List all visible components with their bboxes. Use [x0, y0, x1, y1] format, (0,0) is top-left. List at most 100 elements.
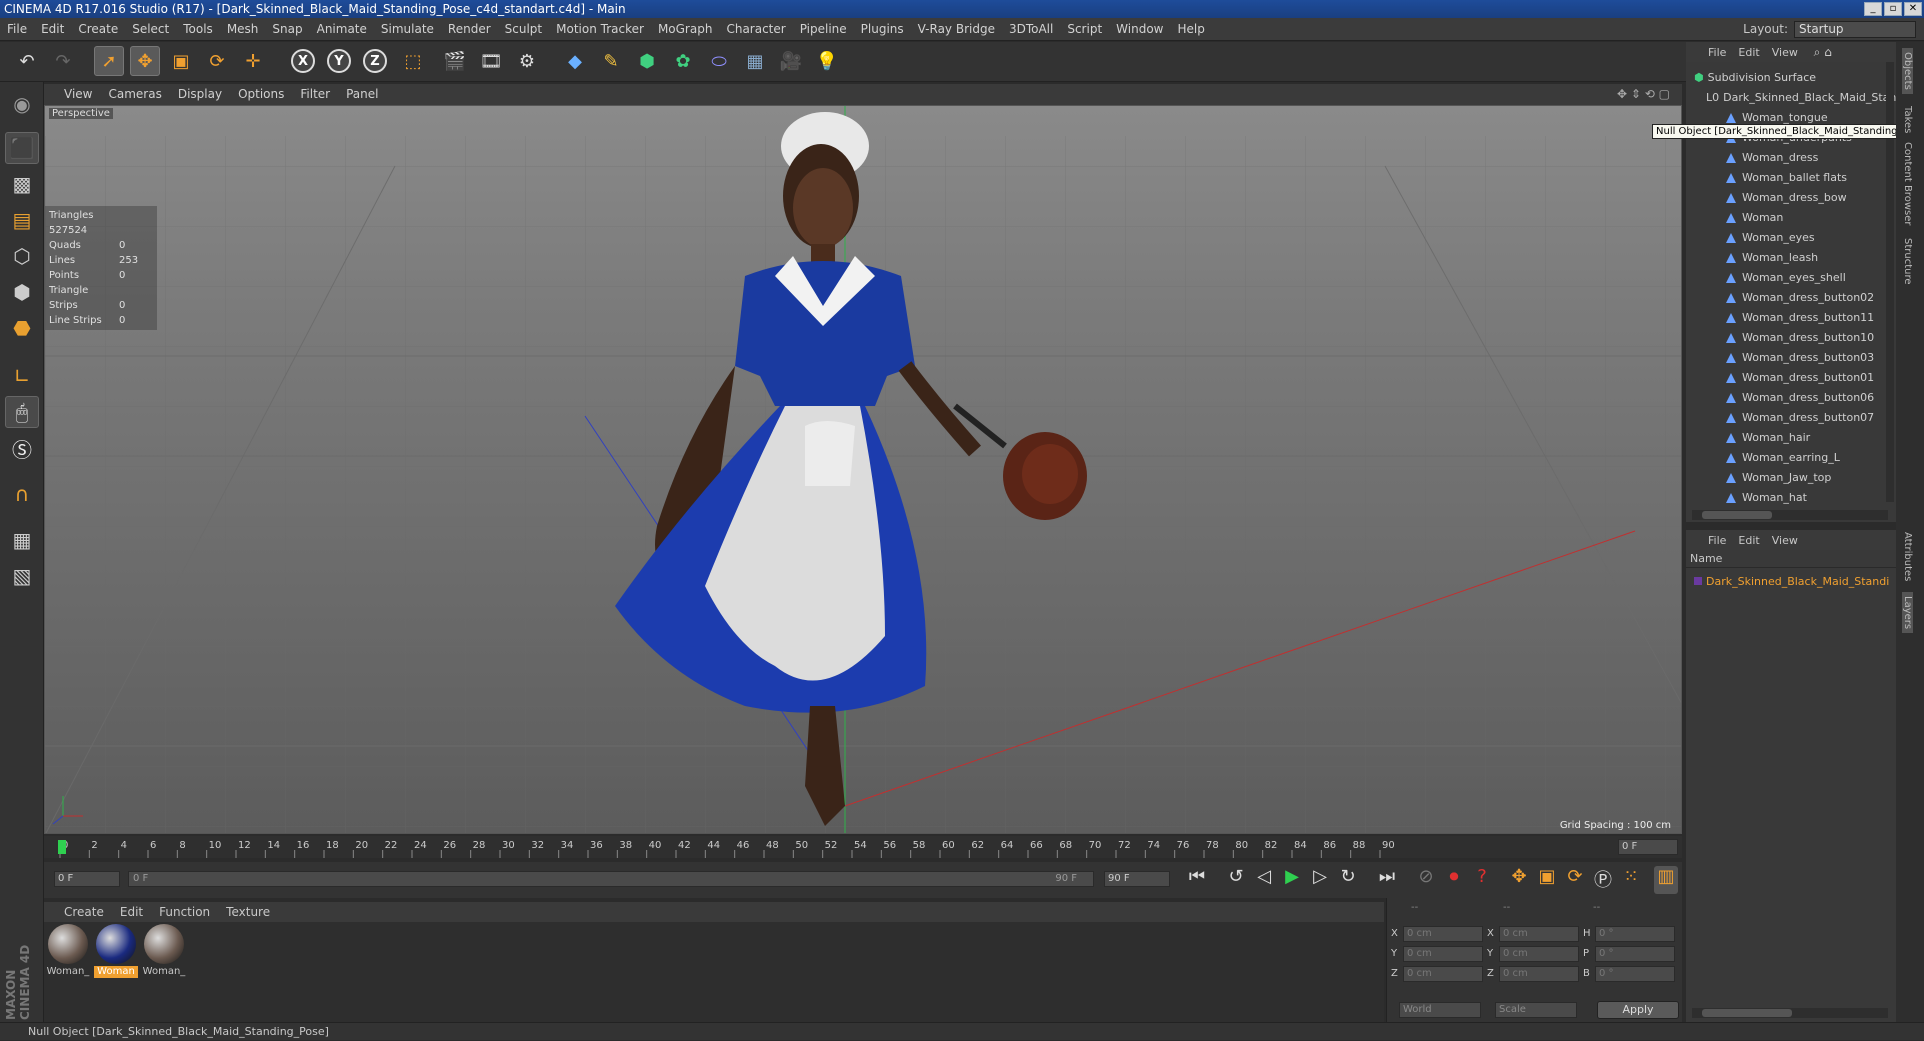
layer-menu-file[interactable]: File [1708, 534, 1726, 547]
tab-structure[interactable]: Structure [1902, 238, 1913, 285]
size-x-field[interactable]: 0 cm [1499, 926, 1579, 942]
object-row[interactable]: Woman_dress_button06 [1726, 388, 1882, 408]
menu-help[interactable]: Help [1170, 18, 1211, 40]
size-y-field[interactable]: 0 cm [1499, 946, 1579, 962]
coordinate-system-icon[interactable]: ⬚ [398, 46, 428, 76]
mat-menu-texture[interactable]: Texture [218, 902, 278, 922]
pen-spline-icon[interactable]: ✎ [596, 46, 626, 76]
menu-tools[interactable]: Tools [176, 18, 220, 40]
z-axis-icon[interactable]: Z [360, 46, 390, 76]
key-scale-icon[interactable]: ▣ [1534, 866, 1560, 894]
material-item[interactable]: Woman_ [142, 922, 186, 982]
array-icon[interactable]: ✿ [668, 46, 698, 76]
object-row[interactable]: Woman_eyes_shell [1726, 268, 1882, 288]
rot-b-field[interactable]: 0 ° [1595, 966, 1675, 982]
end-frame-field[interactable]: 90 F [1104, 871, 1170, 887]
maximize-button[interactable]: ▫ [1884, 2, 1902, 16]
nurbs-icon[interactable]: ⬢ [632, 46, 662, 76]
viewport-camera-label[interactable]: Perspective [49, 108, 113, 119]
rot-h-field[interactable]: 0 ° [1595, 926, 1675, 942]
coord-size-dropdown[interactable]: Scale [1495, 1002, 1577, 1018]
menu-sculpt[interactable]: Sculpt [498, 18, 549, 40]
key-pla-icon[interactable]: ⁙ [1618, 866, 1644, 894]
snap-icon[interactable]: ∩ [5, 478, 39, 510]
texture-mode-icon[interactable]: ▩ [5, 168, 39, 200]
object-row[interactable]: Woman_dress_button07 [1726, 408, 1882, 428]
menu-character[interactable]: Character [719, 18, 792, 40]
menu-snap[interactable]: Snap [265, 18, 309, 40]
scale-icon[interactable]: ▣ [166, 46, 196, 76]
obj-menu-file[interactable]: File [1708, 46, 1726, 59]
pos-x-field[interactable]: 0 cm [1403, 926, 1483, 942]
material-item[interactable]: Woman [94, 922, 138, 982]
object-row[interactable]: Woman_hat [1726, 488, 1882, 508]
viewport-nav-icons[interactable]: ✥ ⇕ ⟲ ▢ [1609, 84, 1678, 105]
record-off-icon[interactable]: ⊘ [1412, 866, 1440, 894]
pos-y-field[interactable]: 0 cm [1403, 946, 1483, 962]
object-row[interactable]: Woman [1726, 208, 1882, 228]
menu-create[interactable]: Create [71, 18, 125, 40]
object-row[interactable]: Woman_ballet flats [1726, 168, 1882, 188]
vp-menu-options[interactable]: Options [230, 84, 292, 105]
polygons-mode-icon[interactable]: ⬣ [5, 312, 39, 344]
move-icon[interactable]: ✥ [130, 46, 160, 76]
points-mode-icon[interactable]: ⬡ [5, 240, 39, 272]
menu-window[interactable]: Window [1109, 18, 1170, 40]
vp-menu-view[interactable]: View [44, 84, 100, 105]
key-position-icon[interactable]: ✥ [1506, 866, 1532, 894]
obj-menu-edit[interactable]: Edit [1738, 46, 1759, 59]
object-hscrollbar[interactable] [1692, 510, 1888, 520]
tweak-mode-icon[interactable]: 🖱 [5, 396, 39, 428]
menu-mograph[interactable]: MoGraph [651, 18, 720, 40]
menu-animate[interactable]: Animate [310, 18, 374, 40]
play-icon[interactable]: ▶ [1278, 866, 1306, 894]
coord-mode-dropdown[interactable]: World [1399, 1002, 1481, 1018]
vp-menu-filter[interactable]: Filter [292, 84, 338, 105]
menu-pipeline[interactable]: Pipeline [793, 18, 854, 40]
render-picture-viewer-icon[interactable]: 🎞 [476, 46, 506, 76]
camera-icon[interactable]: 🎥 [776, 46, 806, 76]
playhead-marker[interactable] [58, 840, 66, 854]
edges-mode-icon[interactable]: ⬢ [5, 276, 39, 308]
menu-file[interactable]: File [0, 18, 34, 40]
menu-vray-bridge[interactable]: V-Ray Bridge [911, 18, 1002, 40]
material-item[interactable]: Woman_ [46, 922, 90, 982]
menu-mesh[interactable]: Mesh [220, 18, 266, 40]
mat-menu-edit[interactable]: Edit [112, 902, 151, 922]
object-row[interactable]: Woman_dress_bow [1726, 188, 1882, 208]
menu-plugins[interactable]: Plugins [854, 18, 911, 40]
object-null[interactable]: L0Dark_Skinned_Black_Maid_Standing_Pose [1706, 88, 1902, 108]
object-row[interactable]: Woman_dress_button01 [1726, 368, 1882, 388]
vp-menu-panel[interactable]: Panel [338, 84, 386, 105]
tab-content-browser[interactable]: Content Browser [1902, 142, 1913, 225]
rotate-icon[interactable]: ⟳ [202, 46, 232, 76]
object-row[interactable]: Woman_Jaw_top [1726, 468, 1882, 488]
minimize-button[interactable]: _ [1864, 2, 1882, 16]
start-frame-field[interactable]: 0 F [54, 871, 120, 887]
close-button[interactable]: ✕ [1904, 2, 1922, 16]
object-row[interactable]: Woman_dress_button11 [1726, 308, 1882, 328]
pos-z-field[interactable]: 0 cm [1403, 966, 1483, 982]
tab-objects[interactable]: Objects [1902, 48, 1913, 94]
tab-takes[interactable]: Takes [1902, 106, 1913, 133]
object-row[interactable]: Woman_earring_L [1726, 448, 1882, 468]
record-icon[interactable]: ⏺ [1440, 866, 1468, 894]
locked-workplane-icon[interactable]: ▧ [5, 560, 39, 592]
render-view-icon[interactable]: 🎬 [440, 46, 470, 76]
workplane-lock-icon[interactable]: ▦ [5, 524, 39, 556]
prev-key-icon[interactable]: ↺ [1222, 866, 1250, 894]
menu-motion-tracker[interactable]: Motion Tracker [549, 18, 651, 40]
goto-start-icon[interactable]: ⏮ [1182, 866, 1212, 894]
obj-search-icon[interactable]: ⌕ ⌂ [1814, 45, 1832, 59]
rot-p-field[interactable]: 0 ° [1595, 946, 1675, 962]
select-arrow-icon[interactable]: ➚ [94, 46, 124, 76]
undo-icon[interactable]: ↶ [12, 46, 42, 76]
key-param-icon[interactable]: Ⓟ [1590, 866, 1616, 894]
workplane-icon[interactable]: ▤ [5, 204, 39, 236]
tab-attributes[interactable]: Attributes [1902, 532, 1913, 581]
apply-button[interactable]: Apply [1597, 1001, 1679, 1019]
layout-dropdown[interactable]: Startup [1794, 21, 1916, 38]
object-row[interactable]: Woman_dress_button10 [1726, 328, 1882, 348]
light-icon[interactable]: 💡 [812, 46, 842, 76]
object-row[interactable]: Woman_leash [1726, 248, 1882, 268]
